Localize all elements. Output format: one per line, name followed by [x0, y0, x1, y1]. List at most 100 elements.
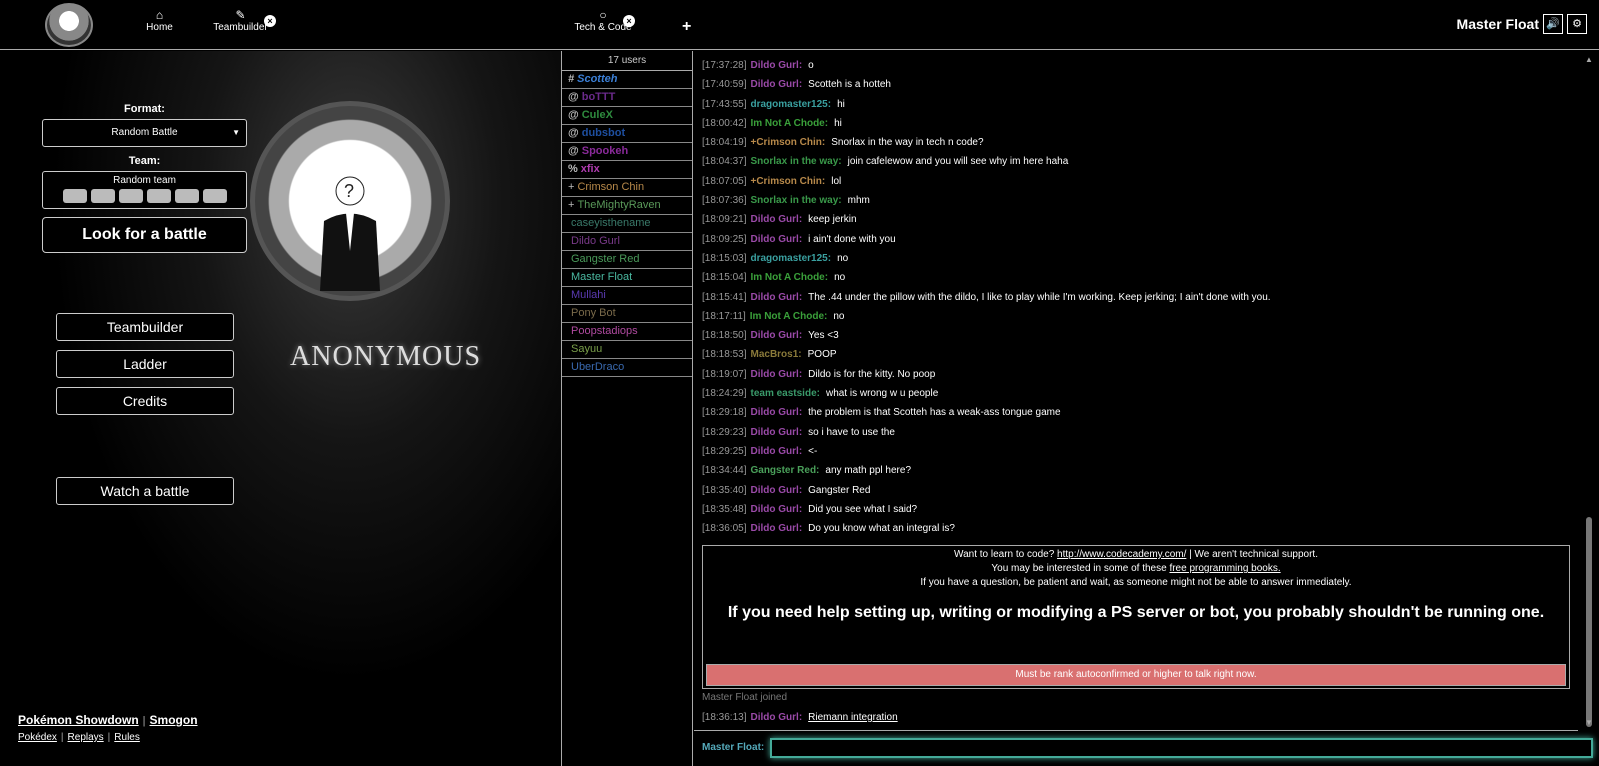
message-text: hi [837, 98, 845, 110]
user-count: 17 users [562, 51, 692, 71]
site-logo[interactable] [45, 3, 93, 47]
chat-scrollbar[interactable]: ▲ ▼ [1579, 51, 1599, 731]
message-text: hi [834, 117, 842, 129]
timestamp: [18:35:40] [702, 484, 747, 496]
username-label[interactable]: Dildo Gurl: [750, 330, 802, 341]
chat-message: [18:17:11] Im Not A Chode: no [694, 307, 1578, 326]
user-list-item[interactable]: UberDraco [562, 359, 692, 377]
codecademy-link[interactable]: http://www.codecademy.com/ [1057, 549, 1186, 560]
chat-input-bar: Master Float: [694, 732, 1599, 766]
user-list-item[interactable]: caseyisthename [562, 215, 692, 233]
username-label[interactable]: Dildo Gurl: [750, 485, 802, 496]
format-label: Format: [124, 103, 165, 115]
user-list-item[interactable]: Sayuu [562, 341, 692, 359]
timestamp: [18:35:48] [702, 503, 747, 515]
message-text[interactable]: Riemann integration [808, 712, 898, 723]
username-label[interactable]: team eastside: [750, 388, 819, 399]
user-list-item[interactable]: % xfix [562, 161, 692, 179]
message-text: Gangster Red [808, 484, 871, 496]
rules-link[interactable]: Rules [114, 732, 140, 743]
scroll-up-icon[interactable]: ▲ [1585, 55, 1593, 64]
username-label[interactable]: Im Not A Chode: [750, 118, 828, 129]
user-group-symbol: % [568, 163, 578, 175]
user-list-item[interactable]: Master Float [562, 269, 692, 287]
username-label[interactable]: Dildo Gurl: [750, 60, 802, 71]
timestamp: [18:17:11] [702, 310, 746, 322]
user-list-item[interactable]: Pony Bot [562, 305, 692, 323]
message-text: no [834, 272, 846, 284]
username-label[interactable]: Dildo Gurl: [750, 369, 802, 380]
username-label[interactable]: Dildo Gurl: [750, 234, 802, 245]
team-value: Random team [113, 175, 176, 186]
add-tab-button[interactable]: + [682, 18, 691, 36]
user-list-item[interactable]: + TheMightyRaven [562, 197, 692, 215]
team-select[interactable]: Random team [42, 171, 247, 209]
username-label[interactable]: Dildo Gurl: [750, 292, 802, 303]
username-label[interactable]: Gangster Red: [750, 465, 819, 476]
user-list-item[interactable]: @ CuleX [562, 107, 692, 125]
teambuilder-button[interactable]: Teambuilder [56, 313, 234, 341]
user-list-item[interactable]: Poopstadiops [562, 323, 692, 341]
chat-message: [18:15:41] Dildo Gurl: The .44 under the p… [694, 288, 1578, 307]
message-text: mhm [847, 195, 870, 207]
user-name: Mullahi [571, 289, 606, 301]
replays-link[interactable]: Replays [68, 732, 104, 743]
username-label[interactable]: Dildo Gurl: [750, 214, 802, 225]
username-label[interactable]: Dildo Gurl: [750, 712, 802, 723]
pokedex-link[interactable]: Pokédex [18, 732, 57, 743]
user-name: caseyisthename [571, 217, 651, 229]
user-list-item[interactable]: @ dubsbot [562, 125, 692, 143]
showdown-link[interactable]: Pokémon Showdown [18, 713, 139, 727]
user-name: Crimson Chin [577, 181, 645, 193]
username-label[interactable]: +Crimson Chin: [750, 176, 825, 187]
username-label[interactable]: Snorlax in the way: [750, 156, 841, 167]
chat-message: [17:40:59] Dildo Gurl: Scotteh is a hotteh [694, 75, 1578, 94]
user-list-item[interactable]: Gangster Red [562, 251, 692, 269]
anonymous-logo-text: ANONYMOUS [290, 341, 482, 372]
timestamp: [18:15:04] [702, 272, 747, 284]
username-label[interactable]: MacBros1: [750, 349, 801, 360]
username-label[interactable]: Im Not A Chode: [750, 272, 828, 283]
smogon-link[interactable]: Smogon [150, 713, 198, 727]
footer-links: Pokémon Showdown | Smogon Pokédex | Replays |… [18, 713, 198, 743]
look-for-battle-button[interactable]: Look for a battle [42, 217, 247, 253]
team-label: Team: [128, 155, 161, 167]
tab-home[interactable]: ⌂ Home [142, 8, 177, 33]
username-label[interactable]: dragomaster125: [750, 99, 831, 110]
user-list-item[interactable]: Dildo Gurl [562, 233, 692, 251]
username-label[interactable]: Im Not A Chode: [750, 311, 828, 322]
user-group-symbol: # [568, 73, 575, 85]
chat-message: [18:18:50] Dildo Gurl: Yes <3 [694, 326, 1578, 345]
user-group-symbol: @ [568, 109, 579, 121]
user-name: CuleX [581, 109, 613, 121]
username-label[interactable]: Snorlax in the way: [750, 195, 841, 206]
close-icon[interactable]: × [623, 15, 635, 27]
username-label[interactable]: Dildo Gurl: [750, 79, 802, 90]
user-list-item[interactable]: Mullahi [562, 287, 692, 305]
username-label[interactable]: dragomaster125: [750, 253, 831, 264]
format-select[interactable]: Random Battle ▼ [42, 119, 247, 147]
close-icon[interactable]: × [264, 15, 276, 27]
user-list-item[interactable]: @ boTTT [562, 89, 692, 107]
username[interactable]: Master Float [1457, 16, 1539, 32]
chat-input[interactable] [770, 738, 1593, 758]
username-label[interactable]: Dildo Gurl: [750, 523, 802, 534]
watch-battle-button[interactable]: Watch a battle [56, 477, 234, 505]
scrollbar-thumb[interactable] [1586, 517, 1592, 727]
gear-icon[interactable]: ⚙ [1567, 14, 1587, 34]
credits-button[interactable]: Credits [56, 387, 234, 415]
username-label[interactable]: +Crimson Chin: [750, 137, 825, 148]
sound-icon[interactable]: 🔊 [1543, 14, 1563, 34]
user-list-item[interactable]: + Crimson Chin [562, 179, 692, 197]
scroll-down-icon[interactable]: ▼ [1585, 718, 1593, 727]
user-list-item[interactable]: @ Spookeh [562, 143, 692, 161]
programming-books-link[interactable]: free programming books. [1169, 563, 1280, 574]
username-label[interactable]: Dildo Gurl: [750, 446, 802, 457]
username-label[interactable]: Dildo Gurl: [750, 427, 802, 438]
username-label[interactable]: Dildo Gurl: [750, 407, 802, 418]
chat-message: [18:36:05] Dildo Gurl: Do you know what an… [694, 519, 1578, 538]
username-label[interactable]: Dildo Gurl: [750, 504, 802, 515]
message-text: no [837, 252, 849, 264]
user-list-item[interactable]: # Scotteh [562, 71, 692, 89]
ladder-button[interactable]: Ladder [56, 350, 234, 378]
